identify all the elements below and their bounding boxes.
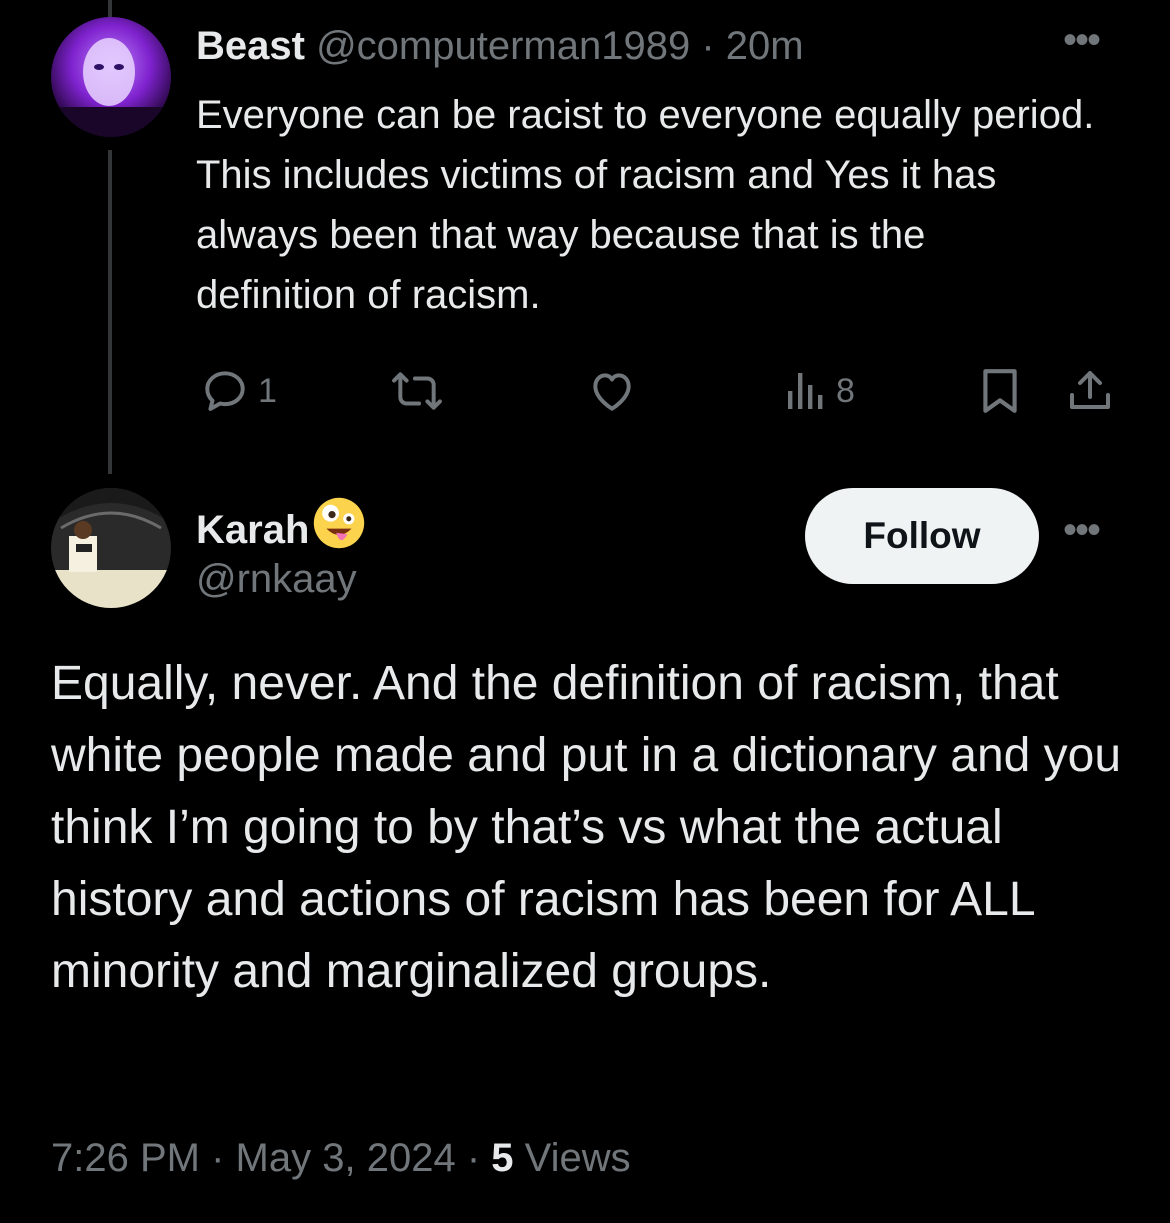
retweet-icon: [392, 372, 442, 410]
tweet1-actions: 1 8: [196, 366, 1116, 416]
analytics-icon: [788, 373, 823, 409]
avatar-karah[interactable]: [51, 488, 171, 608]
like-button[interactable]: [586, 366, 638, 416]
follow-button[interactable]: Follow: [805, 488, 1039, 584]
views-count: 5: [491, 1136, 514, 1180]
more-horizontal-icon[interactable]: •••: [1063, 20, 1101, 60]
heart-icon: [593, 373, 631, 411]
bookmark-button[interactable]: [978, 366, 1022, 416]
more-horizontal-icon[interactable]: •••: [1063, 510, 1101, 550]
reply-button[interactable]: 1: [200, 366, 277, 416]
tweet2-header: Karah: [196, 495, 367, 562]
separator: ·: [701, 24, 715, 68]
views-count: 8: [836, 371, 855, 410]
bookmark-icon: [983, 369, 1017, 413]
share-button[interactable]: [1066, 366, 1114, 416]
tweet1-text: Everyone can be racist to everyone equal…: [196, 93, 1095, 317]
tweet2-text: Equally, never. And the definition of ra…: [51, 657, 1122, 998]
post-time[interactable]: 7:26 PM: [51, 1136, 200, 1180]
timestamp[interactable]: 20m: [726, 24, 804, 68]
handle[interactable]: @rnkaay: [196, 555, 357, 603]
views-button[interactable]: 8: [784, 366, 855, 416]
post-date[interactable]: May 3, 2024: [236, 1136, 456, 1180]
share-icon: [1070, 371, 1110, 409]
reply-count: 1: [258, 371, 277, 410]
retweet-button[interactable]: [389, 366, 445, 416]
handle[interactable]: @computerman1989: [316, 24, 690, 68]
separator: ·: [211, 1136, 225, 1180]
avatar-beast[interactable]: [51, 17, 171, 137]
display-name[interactable]: Beast: [196, 24, 305, 68]
thread-connector-top: [108, 0, 112, 18]
tweet2-metadata: 7:26 PM · May 3, 2024 · 5 Views: [51, 1132, 631, 1184]
display-name[interactable]: Karah: [196, 508, 309, 552]
zany-face-icon: [311, 495, 367, 562]
separator: ·: [466, 1136, 481, 1180]
tweet1-header: Beast @computerman1989 · 20m: [196, 22, 804, 70]
reply-icon: [205, 371, 245, 411]
thread-connector: [108, 150, 112, 474]
views-label: Views: [524, 1136, 631, 1180]
